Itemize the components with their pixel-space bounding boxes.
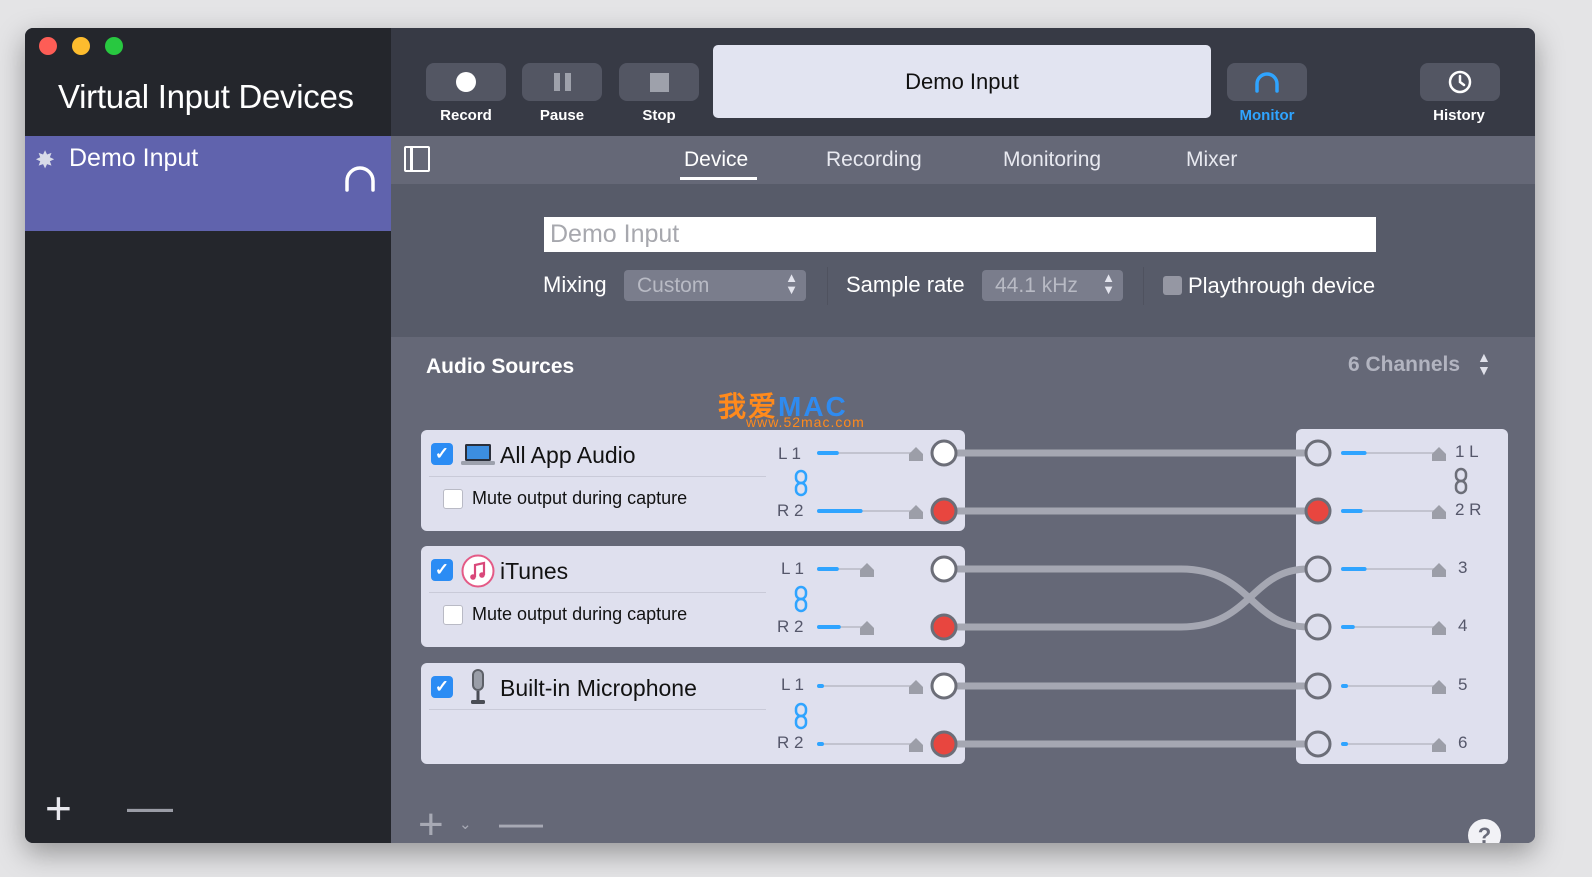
output-channel-label: 6: [1458, 733, 1468, 752]
monitor-label: Monitor: [1239, 107, 1295, 124]
mixing-select[interactable]: Custom ▲ ▼: [624, 270, 806, 301]
sidebar: Virtual Input Devices ✸ Demo Input + —: [25, 28, 391, 843]
channels-select[interactable]: 6 Channels: [1348, 353, 1460, 377]
add-device-button[interactable]: +: [45, 785, 72, 831]
minimize-window-button[interactable]: [72, 37, 90, 55]
tab-monitoring[interactable]: Monitoring: [1003, 148, 1101, 172]
source-enabled-checkbox[interactable]: ✓: [431, 443, 453, 465]
record-label: Record: [440, 107, 492, 124]
sample-rate-label: Sample rate: [846, 272, 965, 297]
source-name: All App Audio: [500, 442, 636, 468]
record-icon: [456, 72, 476, 92]
sidebar-toggle-icon[interactable]: [404, 146, 430, 172]
stop-button[interactable]: [619, 63, 699, 101]
remove-source-button[interactable]: —: [499, 801, 543, 844]
channel-label: L 1: [778, 444, 802, 463]
mute-output-checkbox[interactable]: [443, 489, 463, 509]
device-name-field[interactable]: Demo Input: [544, 217, 1376, 252]
stop-icon: [649, 72, 669, 92]
output-channel-label: 4: [1458, 616, 1468, 635]
output-channel-label: 1 L: [1455, 442, 1479, 461]
monitor-button[interactable]: [1227, 63, 1307, 101]
mute-output-checkbox[interactable]: [443, 605, 463, 625]
channel-label: R 2: [777, 617, 804, 636]
source-enabled-checkbox[interactable]: ✓: [431, 676, 453, 698]
active-tab-indicator: [680, 177, 757, 180]
source-card-built-in-microphone: ✓ Built-in Microphone L 1 R 2: [421, 663, 965, 764]
playthrough-checkbox[interactable]: [1163, 276, 1182, 295]
source-name: Built-in Microphone: [500, 675, 697, 701]
toolbar: Record Pause Stop Demo Input Monitor His…: [391, 28, 1535, 136]
add-source-button[interactable]: +: [418, 803, 444, 844]
channel-label: R 2: [777, 733, 804, 752]
device-settings: Demo Input Mixing Custom ▲ ▼ Sample rate …: [391, 184, 1535, 337]
remove-device-button[interactable]: —: [127, 783, 173, 829]
clock-icon: [1448, 70, 1472, 94]
mute-output-label: Mute output during capture: [472, 604, 688, 624]
gear-icon: ✸: [35, 147, 56, 174]
headphones-icon: [1255, 72, 1279, 93]
watermark-url: www.52mac.com: [746, 414, 865, 430]
pause-button[interactable]: [522, 63, 602, 101]
status-display: Demo Input: [713, 45, 1211, 118]
source-card-all-app-audio: ✓ All App Audio Mute output during captu…: [421, 430, 965, 531]
record-button[interactable]: [426, 63, 506, 101]
pause-icon: [553, 73, 571, 91]
microphone-icon: [471, 669, 485, 704]
audio-sources-panel: Audio Sources 6 Channels ▲ ▼ ✓ All App Au…: [391, 337, 1535, 843]
output-channel-label: 5: [1458, 675, 1468, 694]
history-button[interactable]: [1420, 63, 1500, 101]
pause-label: Pause: [539, 107, 585, 124]
channel-label: R 2: [777, 501, 804, 520]
routing-cable: [940, 565, 1322, 631]
stepper-arrows-icon: ▲ ▼: [1102, 270, 1115, 297]
app-window: Virtual Input Devices ✸ Demo Input + — R…: [25, 28, 1535, 843]
routing-cable: [940, 565, 1322, 631]
help-button[interactable]: ?: [1468, 819, 1501, 843]
mixing-value: Custom: [637, 274, 710, 297]
mixing-label: Mixing: [543, 272, 607, 297]
sample-rate-value: 44.1 kHz: [995, 274, 1078, 297]
mute-output-label: Mute output during capture: [472, 488, 688, 508]
tab-recording[interactable]: Recording: [826, 148, 922, 172]
tab-bar: Device Recording Monitoring Mixer: [391, 136, 1535, 184]
source-card-itunes: ✓ iTunes Mute output during capture L 1 …: [421, 546, 965, 647]
stepper-arrows-icon: ▲ ▼: [785, 270, 798, 297]
audio-sources-title: Audio Sources: [426, 355, 575, 378]
output-channel-label: 3: [1458, 558, 1468, 577]
channel-label: L 1: [781, 559, 805, 578]
output-channel-label: 2 R: [1455, 500, 1482, 519]
zoom-window-button[interactable]: [105, 37, 123, 55]
app-title: Virtual Input Devices: [58, 78, 354, 115]
history-label: History: [1433, 107, 1485, 124]
channel-label: L 1: [781, 675, 805, 694]
itunes-icon: [461, 554, 495, 588]
headphones-icon[interactable]: [343, 165, 377, 193]
output-channels-panel: [1296, 429, 1508, 764]
chevron-down-icon[interactable]: ⌄: [459, 815, 472, 833]
playthrough-label: Playthrough device: [1188, 273, 1376, 298]
source-name: iTunes: [500, 558, 569, 584]
tab-mixer[interactable]: Mixer: [1186, 148, 1237, 172]
tab-device[interactable]: Device: [684, 148, 748, 172]
sample-rate-select[interactable]: 44.1 kHz ▲ ▼: [982, 270, 1123, 301]
laptop-icon: [461, 444, 495, 465]
stop-label: Stop: [642, 107, 676, 124]
close-window-button[interactable]: [39, 37, 57, 55]
stepper-arrows-icon[interactable]: ▲ ▼: [1477, 350, 1491, 377]
source-enabled-checkbox[interactable]: ✓: [431, 559, 453, 581]
sidebar-item-label: Demo Input: [69, 144, 199, 172]
